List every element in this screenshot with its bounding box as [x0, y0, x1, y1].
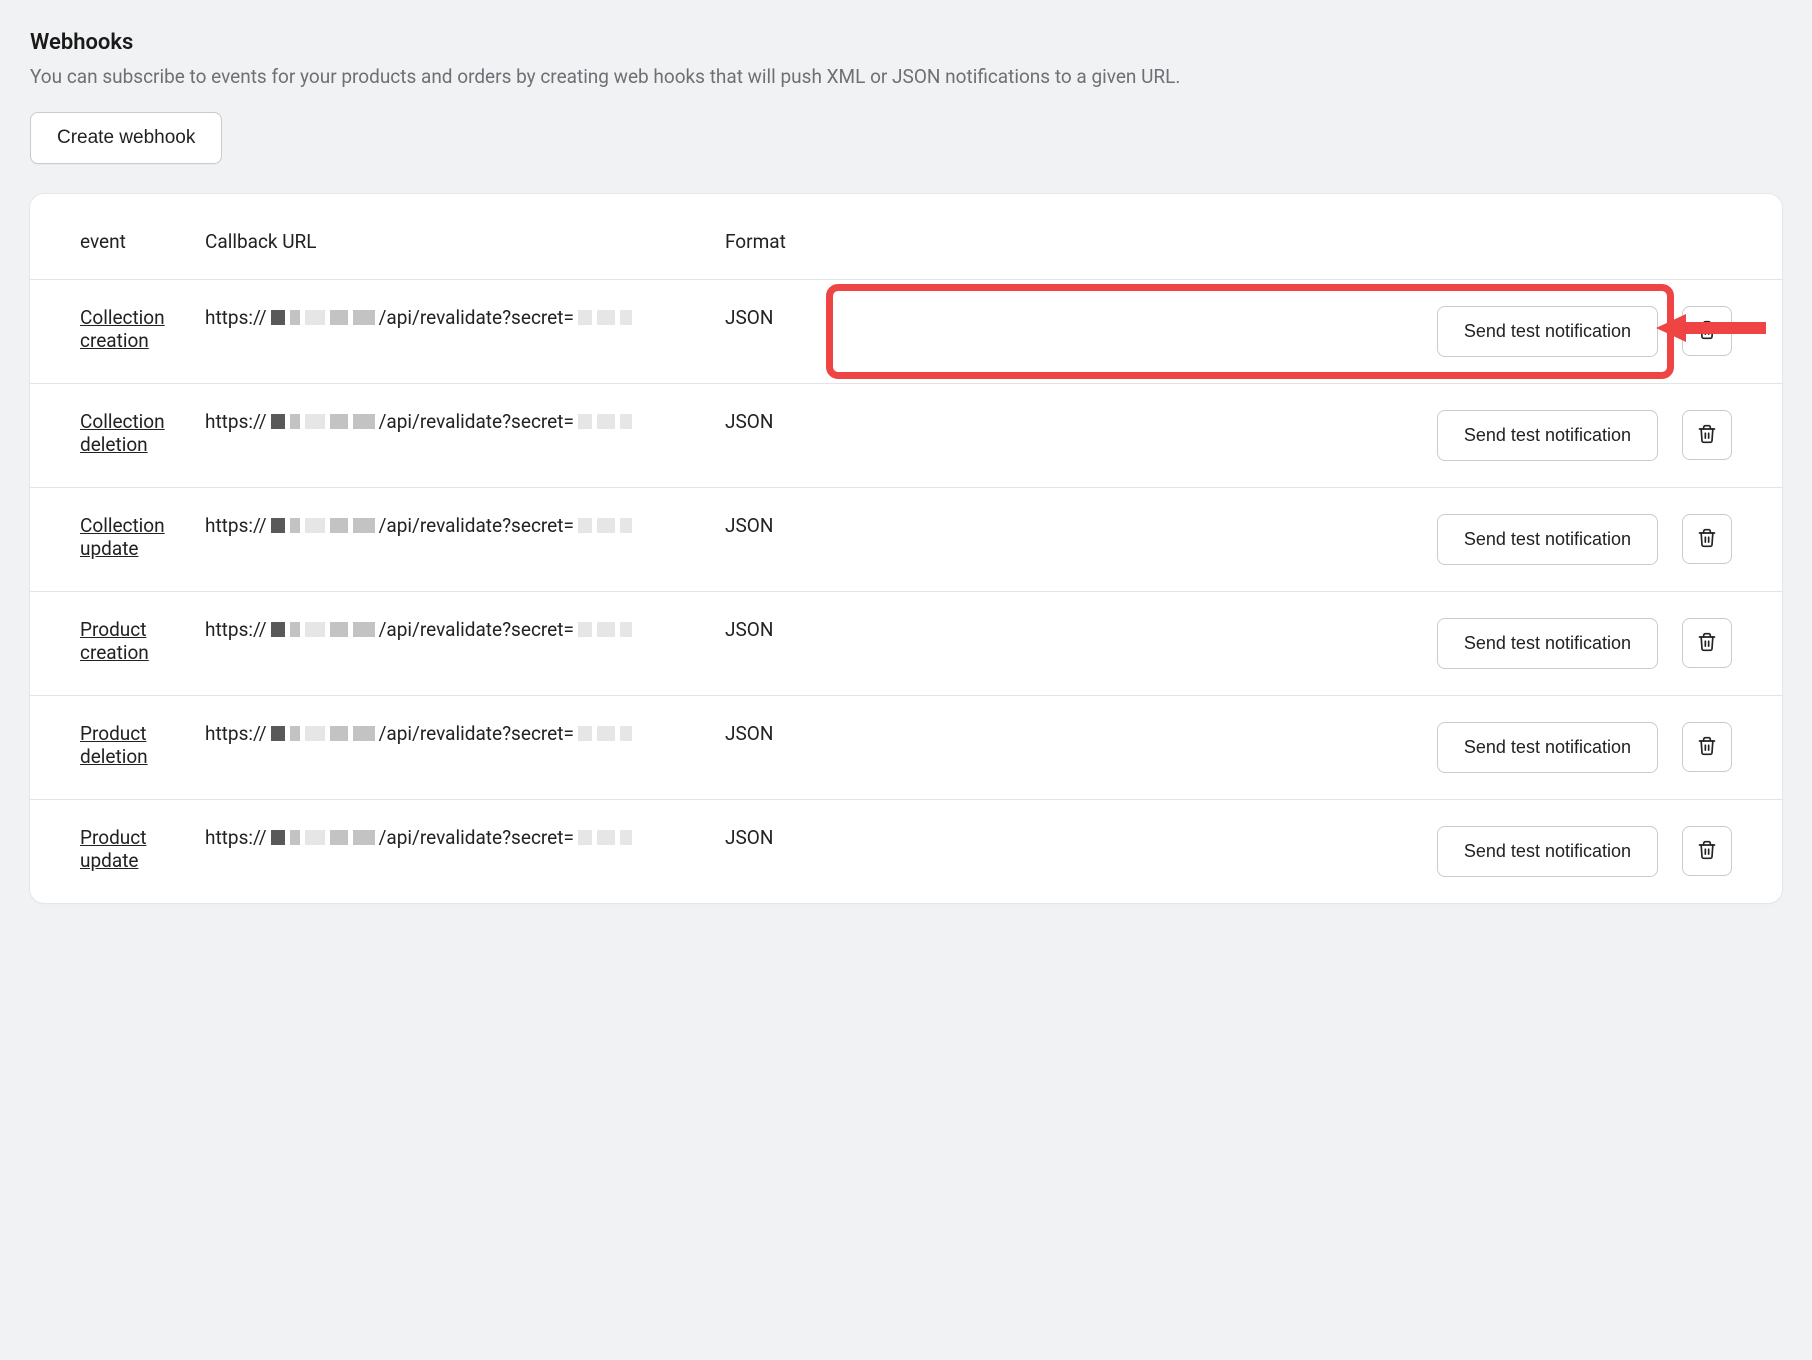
webhooks-table: event Callback URL Format Collection cre… — [30, 204, 1782, 903]
url-path: /api/revalidate?secret= — [379, 618, 574, 641]
table-row: Product creation https:// /api/revalidate?… — [30, 591, 1782, 695]
send-test-notification-button[interactable]: Send test notification — [1437, 722, 1658, 773]
callback-url-cell: https:// /api/revalidate?secret= — [195, 799, 715, 903]
webhooks-card: event Callback URL Format Collection cre… — [30, 194, 1782, 903]
table-row: Product deletion https:// /api/revalidate?… — [30, 695, 1782, 799]
url-prefix: https:// — [205, 618, 267, 641]
url-prefix: https:// — [205, 826, 267, 849]
url-path: /api/revalidate?secret= — [379, 514, 574, 537]
callback-url-cell: https:// /api/revalidate?secret= — [195, 279, 715, 383]
delete-webhook-button[interactable] — [1682, 618, 1732, 668]
url-path: /api/revalidate?secret= — [379, 306, 574, 329]
table-row: Product update https:// /api/revalidate?se… — [30, 799, 1782, 903]
col-header-actions — [830, 204, 1782, 280]
delete-webhook-button[interactable] — [1682, 826, 1732, 876]
trash-icon — [1697, 632, 1717, 655]
trash-icon — [1697, 424, 1717, 447]
format-cell: JSON — [715, 279, 830, 383]
delete-webhook-button[interactable] — [1682, 306, 1732, 356]
actions-cell: Send test notification — [840, 618, 1732, 669]
create-webhook-button[interactable]: Create webhook — [30, 112, 222, 164]
actions-cell: Send test notification — [840, 306, 1732, 357]
event-link[interactable]: Product deletion — [80, 722, 185, 768]
url-prefix: https:// — [205, 410, 267, 433]
event-link[interactable]: Collection deletion — [80, 410, 185, 456]
trash-icon — [1697, 528, 1717, 551]
trash-icon — [1697, 840, 1717, 863]
trash-icon — [1697, 736, 1717, 759]
delete-webhook-button[interactable] — [1682, 514, 1732, 564]
event-link[interactable]: Collection update — [80, 514, 185, 560]
trash-icon — [1697, 320, 1717, 343]
url-prefix: https:// — [205, 514, 267, 537]
format-cell: JSON — [715, 487, 830, 591]
callback-url-cell: https:// /api/revalidate?secret= — [195, 487, 715, 591]
format-cell: JSON — [715, 799, 830, 903]
delete-webhook-button[interactable] — [1682, 410, 1732, 460]
send-test-notification-button[interactable]: Send test notification — [1437, 826, 1658, 877]
page-description: You can subscribe to events for your pro… — [30, 63, 1712, 92]
table-row: Collection creation https:// /api/revalida… — [30, 279, 1782, 383]
callback-url-cell: https:// /api/revalidate?secret= — [195, 591, 715, 695]
format-cell: JSON — [715, 591, 830, 695]
url-prefix: https:// — [205, 306, 267, 329]
url-path: /api/revalidate?secret= — [379, 826, 574, 849]
url-prefix: https:// — [205, 722, 267, 745]
col-header-event: event — [30, 204, 195, 280]
actions-cell: Send test notification — [840, 514, 1732, 565]
actions-cell: Send test notification — [840, 722, 1732, 773]
col-header-url: Callback URL — [195, 204, 715, 280]
url-path: /api/revalidate?secret= — [379, 410, 574, 433]
send-test-notification-button[interactable]: Send test notification — [1437, 514, 1658, 565]
actions-cell: Send test notification — [840, 826, 1732, 877]
send-test-notification-button[interactable]: Send test notification — [1437, 618, 1658, 669]
event-link[interactable]: Product update — [80, 826, 185, 872]
delete-webhook-button[interactable] — [1682, 722, 1732, 772]
url-path: /api/revalidate?secret= — [379, 722, 574, 745]
page-title: Webhooks — [30, 30, 1782, 55]
event-link[interactable]: Collection creation — [80, 306, 185, 352]
send-test-notification-button[interactable]: Send test notification — [1437, 410, 1658, 461]
actions-cell: Send test notification — [840, 410, 1732, 461]
callback-url-cell: https:// /api/revalidate?secret= — [195, 383, 715, 487]
table-row: Collection deletion https:// /api/revalida… — [30, 383, 1782, 487]
format-cell: JSON — [715, 383, 830, 487]
format-cell: JSON — [715, 695, 830, 799]
col-header-format: Format — [715, 204, 830, 280]
send-test-notification-button[interactable]: Send test notification — [1437, 306, 1658, 357]
callback-url-cell: https:// /api/revalidate?secret= — [195, 695, 715, 799]
table-row: Collection update https:// /api/revalidate… — [30, 487, 1782, 591]
event-link[interactable]: Product creation — [80, 618, 185, 664]
